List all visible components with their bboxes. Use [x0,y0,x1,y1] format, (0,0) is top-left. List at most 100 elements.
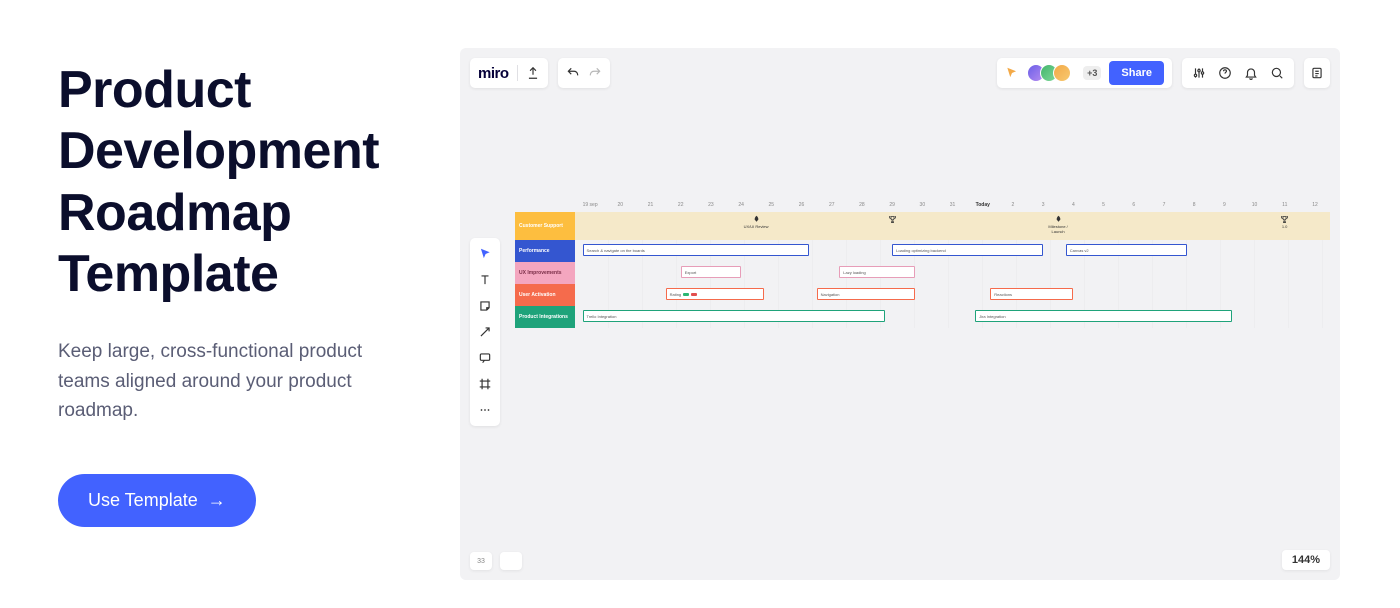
lane-customer-support: Customer Support UX/UI Review Milestone … [515,212,1330,240]
lane-label: User Activation [515,284,575,306]
title-line-4: Template [58,245,278,303]
task-title: Lazy loading [843,270,865,275]
date-cell: 29 [877,202,907,208]
task-title: Export [685,270,697,275]
task-card[interactable]: Export [681,266,741,278]
date-cell: Today [968,202,998,208]
arrow-tool[interactable] [473,320,497,344]
lane-body: Trello Integration Jira Integration [575,306,1330,328]
task-title: Navigation [821,292,840,297]
lane-label: Performance [515,240,575,262]
title-line-2: Development [58,122,379,180]
title-line-1: Product [58,61,251,119]
date-cell: 31 [937,202,967,208]
help-icon[interactable] [1218,66,1232,80]
redo-icon[interactable] [588,66,602,80]
date-cell: 21 [635,202,665,208]
task-title: Rating [670,292,682,297]
date-cell: 20 [605,202,635,208]
frame-tool[interactable] [473,372,497,396]
date-cell: 6 [1119,202,1149,208]
zoom-indicator[interactable]: 144% [1282,550,1330,570]
milestone-trophy [877,215,907,224]
cursor-icon[interactable] [1005,66,1019,80]
milestone-label: 1.0 [1282,224,1288,229]
title-line-3: Roadmap [58,184,291,242]
avatar-stack[interactable] [1027,64,1071,82]
date-cell: 19 sep [575,202,605,208]
date-cell: 26 [786,202,816,208]
date-cell: 7 [1149,202,1179,208]
task-card[interactable]: Trello Integration [583,310,885,322]
arrow-right-icon: → [208,490,226,511]
comment-tool[interactable] [473,346,497,370]
task-card[interactable]: Loading optimizing backend [892,244,1043,256]
toolbox [470,238,500,426]
milestone-rocket: UX/UI Review [741,215,771,229]
date-cell: 27 [817,202,847,208]
milestone-label: UX/UI Review [744,224,769,229]
date-cell: 22 [666,202,696,208]
date-cell: 23 [696,202,726,208]
avatar [1053,64,1071,82]
lane-ux: UX Improvements Export Lazy loading [515,262,1330,284]
milestone-rocket: Milestone / Launch [1043,215,1073,234]
more-tools[interactable] [473,398,497,422]
task-card[interactable]: Jira Integration [975,310,1232,322]
date-cell: 2 [998,202,1028,208]
date-cell: 11 [1270,202,1300,208]
undo-icon[interactable] [566,66,580,80]
page-subtitle: Keep large, cross-functional product tea… [58,337,410,425]
date-cell: 8 [1179,202,1209,208]
lane-body: UX/UI Review Milestone / Launch 1.0 [575,212,1330,240]
minimap-chip[interactable] [500,552,522,570]
page-title: Product Development Roadmap Template [58,60,410,305]
date-axis: 19 sep 20 21 22 23 24 25 26 27 28 29 30 … [515,198,1330,212]
date-cell: 12 [1300,202,1330,208]
use-template-button[interactable]: Use Template → [58,474,256,527]
share-button[interactable]: Share [1109,61,1164,85]
utility-pill [1182,58,1294,88]
export-icon[interactable] [526,66,540,80]
lane-label: Product Integrations [515,306,575,328]
date-cell: 28 [847,202,877,208]
frame-count-chip[interactable]: 33 [470,552,492,570]
lane-body: Rating Navigation Reactions [575,284,1330,306]
date-cell: 10 [1239,202,1269,208]
settings-sliders-icon[interactable] [1192,66,1206,80]
date-cell: 5 [1088,202,1118,208]
date-cell: 24 [726,202,756,208]
task-card[interactable]: Navigation [817,288,915,300]
date-cell: 25 [756,202,786,208]
task-card[interactable]: Reactions [990,288,1073,300]
notes-icon [1310,66,1324,80]
task-card[interactable]: Search & navigate on the boards [583,244,810,256]
task-title: Search & navigate on the boards [587,248,645,253]
task-card[interactable]: Canvas v2 [1066,244,1187,256]
avatar-overflow[interactable]: +3 [1083,66,1101,80]
cta-label: Use Template [88,490,198,511]
date-cell: 3 [1028,202,1058,208]
milestone-trophy: 1.0 [1270,215,1300,229]
text-tool[interactable] [473,268,497,292]
collab-pill: +3 Share [997,58,1172,88]
task-title: Trello Integration [587,314,617,319]
select-tool[interactable] [473,242,497,266]
task-card[interactable]: Rating [666,288,764,300]
task-card[interactable]: Lazy loading [839,266,915,278]
miro-logo: miro [478,65,509,82]
board-title-pill: miro [470,58,548,88]
date-cell: 9 [1209,202,1239,208]
sticky-note-tool[interactable] [473,294,497,318]
miro-board-preview: miro [460,48,1340,580]
milestone-label: Milestone / Launch [1048,224,1067,234]
notes-pill[interactable] [1304,58,1330,88]
lane-performance: Performance Search & navigate on the boa… [515,240,1330,262]
date-cell: 4 [1058,202,1088,208]
bottom-left-controls: 33 [470,552,522,570]
task-title: Loading optimizing backend [896,248,946,253]
search-icon[interactable] [1270,66,1284,80]
bell-icon[interactable] [1244,66,1258,80]
status-chip [691,293,697,296]
lane-body: Export Lazy loading [575,262,1330,284]
